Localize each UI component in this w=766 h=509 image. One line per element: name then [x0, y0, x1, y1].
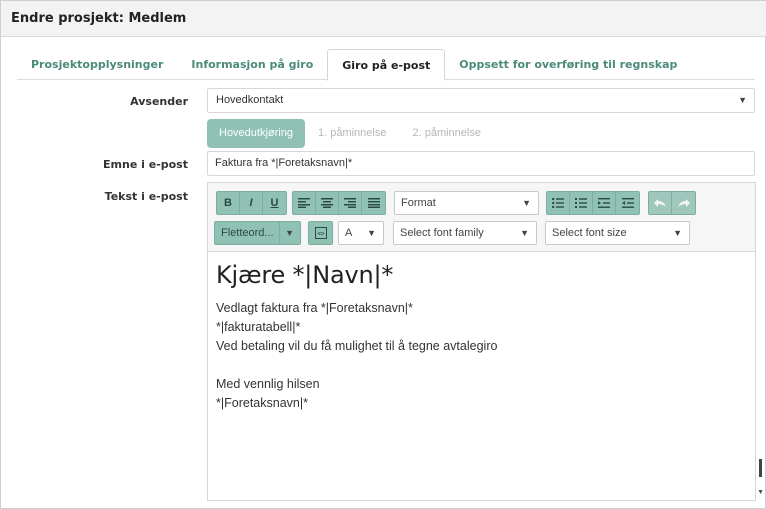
tab-accounting-transfer[interactable]: Oppsett for overføring til regnskap — [445, 49, 691, 80]
body-line: Ved betaling vil du få mulighet til å te… — [216, 339, 498, 353]
tab-giro-email[interactable]: Giro på e-post — [327, 49, 446, 81]
format-select[interactable]: Format ▼ — [394, 191, 539, 215]
bold-button[interactable]: B — [217, 192, 240, 214]
source-code-icon: <> — [314, 227, 327, 239]
underline-button[interactable]: U — [263, 192, 286, 214]
tab-bar: Prosjektopplysninger Informasjon på giro… — [17, 49, 755, 81]
outdent-button[interactable] — [616, 192, 639, 214]
redo-icon — [677, 199, 690, 207]
text-style-group: B I U — [216, 191, 287, 215]
italic-button[interactable]: I — [240, 192, 263, 214]
align-left-icon — [298, 198, 310, 208]
align-right-icon — [344, 198, 356, 208]
tab-project-info[interactable]: Prosjektopplysninger — [17, 49, 177, 80]
alignment-group — [292, 191, 386, 215]
source-code-group: <> — [308, 221, 333, 245]
format-select-label: Format — [401, 197, 436, 209]
redo-button[interactable] — [672, 192, 695, 214]
chevron-down-icon: ▼ — [285, 228, 294, 238]
bullet-list-icon — [552, 198, 564, 208]
svg-text:<>: <> — [317, 231, 325, 238]
tab-giro-info[interactable]: Informasjon på giro — [177, 49, 327, 80]
undo-icon — [654, 199, 666, 207]
body-line: *|fakturatabell|* — [216, 320, 301, 334]
merge-fields-dropdown[interactable]: Fletteord... ▼ — [214, 221, 301, 245]
history-group — [648, 191, 696, 215]
undo-button[interactable] — [649, 192, 672, 214]
scrollbar-thumb[interactable] — [759, 459, 762, 477]
sender-select[interactable]: Hovedkontakt ▼ — [207, 88, 755, 113]
edit-project-dialog: Endre prosjekt: Medlem Prosjektopplysnin… — [0, 0, 766, 509]
font-family-label: Select font family — [400, 227, 484, 239]
source-code-button[interactable]: <> — [309, 222, 332, 244]
sender-label: Avsender — [130, 95, 188, 108]
list-indent-group — [546, 191, 640, 215]
subtab-main-run[interactable]: Hovedutkjøring — [207, 119, 305, 148]
bullet-list-button[interactable] — [547, 192, 570, 214]
editor-content[interactable]: Kjære *|Navn|* Vedlagt faktura fra *|For… — [216, 261, 746, 413]
dialog-titlebar: Endre prosjekt: Medlem — [1, 1, 766, 37]
body-line: Vedlagt faktura fra *|Foretaksnavn|* — [216, 301, 413, 315]
align-justify-icon — [367, 198, 380, 208]
subject-input[interactable]: Faktura fra *|Foretaksnavn|* — [207, 151, 755, 176]
greeting-heading: Kjære *|Navn|* — [216, 261, 394, 289]
chevron-down-icon: ▼ — [367, 228, 376, 238]
dialog-title: Endre prosjekt: Medlem — [11, 11, 187, 26]
font-size-select[interactable]: Select font size ▼ — [545, 221, 690, 245]
chevron-down-icon: ▼ — [520, 228, 529, 238]
text-color-label: A — [345, 227, 353, 239]
editor-toolbar: B I U Format ▼ Fletteord... ▼ <> A ▼ Sel… — [208, 183, 755, 252]
scroll-down-icon[interactable]: ▼ — [757, 489, 764, 496]
chevron-down-icon: ▼ — [673, 228, 682, 238]
indent-button[interactable] — [593, 192, 616, 214]
merge-fields-label: Fletteord... — [221, 227, 274, 239]
body-line: *|Foretaksnavn|* — [216, 396, 308, 410]
body-label: Tekst i e-post — [104, 190, 188, 203]
font-size-label: Select font size — [552, 227, 627, 239]
body-line: Med vennlig hilsen — [216, 377, 320, 391]
align-center-icon — [321, 198, 333, 208]
subject-label: Emne i e-post — [103, 158, 188, 171]
reminder-subtabs: Hovedutkjøring 1. påminnelse 2. påminnel… — [207, 119, 494, 148]
dropdown-divider — [279, 222, 280, 244]
indent-icon — [598, 198, 610, 208]
sender-value: Hovedkontakt — [216, 94, 284, 106]
outdent-icon — [621, 198, 634, 208]
subtab-reminder-1[interactable]: 1. påminnelse — [305, 119, 400, 148]
numbered-list-icon — [575, 198, 587, 208]
subtab-reminder-2[interactable]: 2. påminnelse — [399, 119, 494, 148]
rich-text-editor: B I U Format ▼ Fletteord... ▼ <> A ▼ Sel… — [207, 182, 756, 501]
chevron-down-icon: ▼ — [522, 198, 531, 208]
align-justify-button[interactable] — [362, 192, 385, 214]
font-family-select[interactable]: Select font family ▼ — [393, 221, 537, 245]
chevron-down-icon: ▼ — [738, 95, 747, 105]
align-left-button[interactable] — [293, 192, 316, 214]
numbered-list-button[interactable] — [570, 192, 593, 214]
align-right-button[interactable] — [339, 192, 362, 214]
text-color-select[interactable]: A ▼ — [338, 221, 384, 245]
align-center-button[interactable] — [316, 192, 339, 214]
